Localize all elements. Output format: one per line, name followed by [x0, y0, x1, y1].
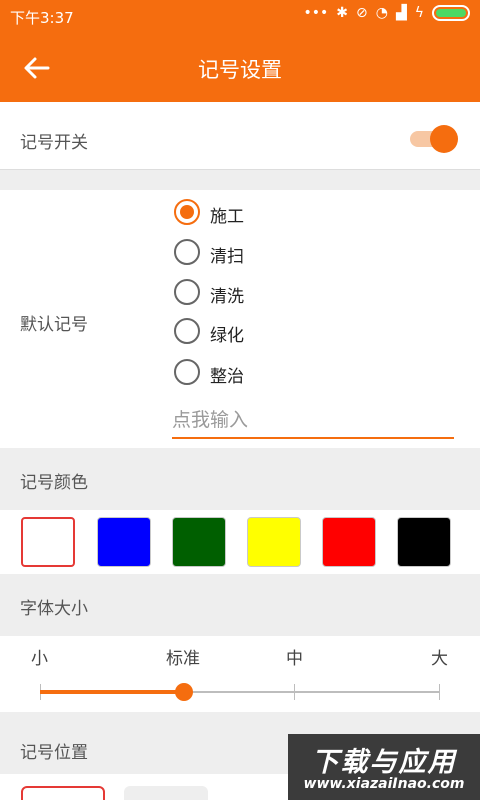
- radio-option-greening[interactable]: 绿化: [174, 316, 374, 346]
- status-bar: 下午3:37 ••• ✱ ⊘ ◔ ▟ ϟ: [0, 0, 480, 32]
- color-section-label: 记号颜色: [20, 473, 88, 493]
- slider-tick: [294, 684, 295, 700]
- battery-icon: [432, 5, 470, 21]
- color-swatch-yellow[interactable]: [247, 517, 301, 567]
- radio-unchecked-icon: [174, 318, 200, 344]
- toolbar: 记号设置: [0, 32, 480, 102]
- radio-label: 整治: [210, 367, 244, 387]
- watermark-title: 下载与应用: [311, 747, 457, 778]
- radio-unchecked-icon: [174, 279, 200, 305]
- radio-unchecked-icon: [174, 239, 200, 265]
- color-swatch-white[interactable]: [21, 517, 75, 567]
- size-label-standard[interactable]: 标准: [166, 644, 200, 669]
- signal-icon: ▟: [395, 5, 407, 21]
- slider-thumb[interactable]: [175, 683, 193, 701]
- section-divider: [0, 170, 480, 190]
- radio-option-wash[interactable]: 清洗: [174, 277, 374, 307]
- status-icons: ••• ✱ ⊘ ◔ ▟ ϟ: [303, 5, 470, 21]
- radio-unchecked-icon: [174, 359, 200, 385]
- radio-checked-icon: [174, 199, 200, 225]
- status-time: 下午3:37: [10, 9, 74, 27]
- color-section-header: 记号颜色: [0, 448, 480, 510]
- radio-label: 清洗: [210, 287, 244, 307]
- page-title: 记号设置: [198, 58, 282, 82]
- radio-label: 绿化: [210, 326, 244, 346]
- custom-mark-input[interactable]: [172, 403, 454, 439]
- site-watermark: 下载与应用 www.xiazaiInao.com: [288, 734, 480, 800]
- color-swatch-row: [0, 510, 480, 574]
- position-section-label: 记号位置: [20, 743, 88, 763]
- slider-fill: [40, 690, 184, 694]
- size-label-small[interactable]: 小: [31, 644, 48, 669]
- charging-icon: ϟ: [414, 5, 424, 21]
- more-dots-icon: •••: [303, 5, 329, 21]
- radio-option-construction[interactable]: 施工: [174, 197, 374, 227]
- mute-icon: ⊘: [356, 5, 368, 21]
- position-option-selected[interactable]: [21, 786, 105, 800]
- font-size-section-label: 字体大小: [20, 599, 88, 619]
- bluetooth-icon: ✱: [336, 5, 349, 21]
- wifi-icon: ◔: [375, 5, 388, 21]
- radio-option-sweep[interactable]: 清扫: [174, 237, 374, 267]
- radio-label: 施工: [210, 207, 244, 227]
- switch-thumb: [430, 125, 458, 153]
- mark-switch-label: 记号开关: [20, 133, 88, 153]
- position-option[interactable]: [124, 786, 208, 800]
- color-swatch-black[interactable]: [397, 517, 451, 567]
- radio-label: 清扫: [210, 247, 244, 267]
- watermark-url: www.xiazaiInao.com: [303, 776, 465, 792]
- mark-switch-toggle[interactable]: [408, 124, 458, 154]
- slider-tick: [439, 684, 440, 700]
- default-mark-label: 默认记号: [20, 315, 88, 335]
- radio-option-rectify[interactable]: 整治: [174, 357, 374, 387]
- color-swatch-green[interactable]: [172, 517, 226, 567]
- size-label-large[interactable]: 大: [431, 644, 448, 669]
- font-size-slider[interactable]: [40, 683, 440, 704]
- size-label-medium[interactable]: 中: [286, 644, 303, 669]
- font-size-section-header: 字体大小: [0, 574, 480, 636]
- color-swatch-blue[interactable]: [97, 517, 151, 567]
- color-swatch-red[interactable]: [322, 517, 376, 567]
